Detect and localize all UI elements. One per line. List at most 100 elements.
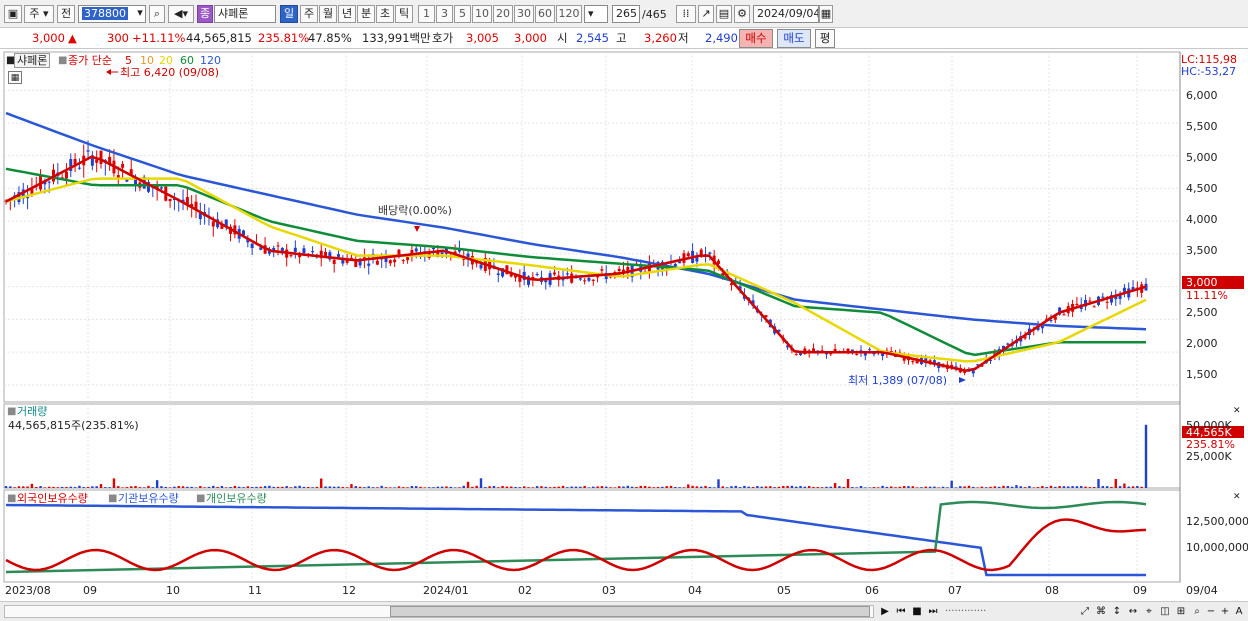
volume-bar: [535, 486, 539, 488]
volume-bar: [574, 486, 578, 488]
volume-bar: [570, 486, 573, 488]
volume-title[interactable]: 거래량: [17, 405, 47, 418]
volume-bar: [406, 487, 409, 488]
volume-bar: [674, 486, 677, 488]
volume-bar: [993, 486, 997, 488]
candle-body: [583, 280, 587, 282]
volume-bar: [790, 485, 794, 488]
volume-bar: [592, 486, 595, 488]
volume-bar: [967, 485, 971, 488]
zoom-search-icon[interactable]: ⌕: [1190, 605, 1204, 619]
volume-bar: [734, 485, 737, 488]
rewind-icon[interactable]: ⏮: [894, 605, 908, 619]
candle-body: [99, 150, 103, 165]
calculator-icon[interactable]: ▦: [8, 71, 22, 84]
fullscreen-icon[interactable]: ⤢: [1078, 605, 1092, 619]
volume-bar: [1015, 485, 1018, 488]
volume-bar: [669, 485, 673, 488]
volume-bar: [786, 485, 789, 488]
volume-bar: [777, 486, 781, 488]
volume-bar: [976, 487, 979, 488]
candle-body: [496, 273, 500, 275]
candle-body: [915, 361, 919, 364]
volume-pane[interactable]: [3, 403, 1181, 489]
vol-close-icon[interactable]: ✕: [1233, 405, 1241, 418]
volume-bar: [285, 486, 288, 488]
volume-bar: [997, 486, 1001, 488]
volume-bar: [488, 486, 491, 488]
volume-bar: [652, 487, 655, 488]
scroll-thumb[interactable]: [390, 606, 870, 617]
volume-bar: [1140, 486, 1143, 488]
volume-bar: [911, 486, 915, 488]
ma-title[interactable]: 종가 단순: [68, 54, 112, 67]
volume-bar: [371, 487, 375, 488]
stop-icon[interactable]: ■: [910, 605, 924, 619]
zoom-in-icon[interactable]: +: [1218, 605, 1232, 619]
x-tick-2023-08: 2023/08: [5, 584, 51, 597]
volume-bar: [980, 486, 984, 488]
volume-bar: [393, 487, 396, 488]
institution-holders-label[interactable]: 기관보유수량: [118, 492, 179, 505]
candle-body: [121, 163, 125, 168]
candle-body: [77, 167, 81, 169]
volume-bar: [380, 485, 383, 488]
volume-bar: [665, 486, 668, 488]
volume-bar: [950, 480, 953, 488]
volume-bar: [613, 487, 617, 488]
tool-icon-5[interactable]: ◫: [1158, 605, 1172, 619]
y-tick-2000: 2,000: [1186, 337, 1218, 350]
volume-bar: [35, 486, 38, 488]
current-price-label: 3,000: [1186, 276, 1218, 289]
zoom-out-icon[interactable]: −: [1204, 605, 1218, 619]
volume-bar: [397, 486, 401, 488]
volume-bar: [557, 486, 560, 488]
volume-bar: [1088, 487, 1092, 488]
candle-body: [414, 248, 418, 252]
candle-body: [116, 175, 120, 178]
volume-bar: [432, 487, 435, 488]
foreign-holders-label[interactable]: 외국인보유수량: [17, 492, 88, 505]
chart-scrollbar[interactable]: ▶ ⏮ ■ ⏭ ············· ⤢ ⌘ ↕ ↔ ⌖ ◫ ⊞ ⌕ − …: [0, 601, 1248, 621]
y-tick-1500: 1,500: [1186, 368, 1218, 381]
x-tick-date: 09/04: [1186, 584, 1218, 597]
volume-bar: [47, 486, 51, 488]
tool-icon-3[interactable]: ↔: [1126, 605, 1140, 619]
volume-bar: [928, 486, 932, 488]
candle-body: [565, 273, 569, 275]
volume-bar: [199, 486, 202, 488]
tool-icon-4[interactable]: ⌖: [1142, 605, 1156, 619]
tool-icon-6[interactable]: ⊞: [1174, 605, 1188, 619]
volume-bar: [959, 486, 962, 488]
candle-body: [911, 360, 915, 363]
tool-icon-1[interactable]: ⌘: [1094, 605, 1108, 619]
chart-area[interactable]: [0, 0, 1248, 621]
volume-bar: [259, 486, 262, 488]
volume-bar: [972, 486, 975, 488]
holder-bullet-3: ■: [196, 493, 206, 504]
fast-forward-icon[interactable]: ⏭: [926, 605, 940, 619]
zoom-slider[interactable]: ·············: [945, 605, 1075, 619]
hold-close-icon[interactable]: ✕: [1233, 491, 1241, 504]
volume-bar: [846, 479, 850, 488]
tool-icon-2[interactable]: ↕: [1110, 605, 1124, 619]
volume-bar: [730, 486, 733, 488]
volume-bar: [1127, 486, 1130, 488]
volume-bar: [825, 486, 828, 488]
stock-tag[interactable]: 샤페론: [14, 53, 51, 68]
candle-body: [1105, 301, 1109, 303]
candle-body: [617, 268, 621, 271]
dividend-note: 배당락(0.00%): [378, 204, 452, 217]
font-size-icon[interactable]: A: [1232, 605, 1246, 619]
volume-bar: [39, 486, 42, 488]
volume-bar: [553, 486, 556, 488]
volume-bar: [544, 486, 547, 488]
volume-bar: [695, 486, 699, 488]
volume-bar: [829, 486, 832, 488]
volume-bar: [194, 487, 198, 488]
volume-bar: [1114, 478, 1117, 488]
scroll-right-icon[interactable]: ▶: [878, 605, 892, 619]
candle-body: [678, 261, 682, 264]
individual-holders-label[interactable]: 개인보유수량: [206, 492, 267, 505]
max-note: 최고 6,420 (09/08): [120, 66, 220, 79]
